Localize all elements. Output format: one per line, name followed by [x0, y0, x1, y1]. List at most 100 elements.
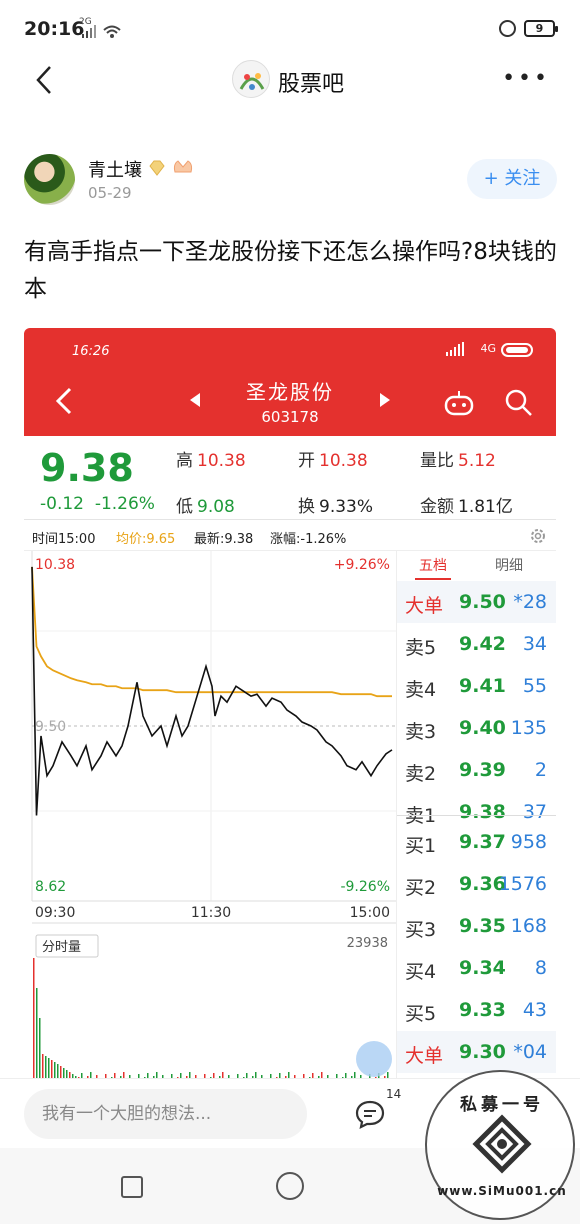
avatar[interactable] — [24, 154, 75, 205]
stock-header: 16:26 4G 圣龙股份 603178 — [24, 328, 556, 436]
back-arrow-icon[interactable] — [28, 62, 64, 98]
watermark-top-text: 私募一号 — [460, 1095, 544, 1115]
order-book-volume: *28 — [513, 591, 547, 613]
order-book-price: 9.39 — [459, 759, 506, 781]
comment-count: 14 — [386, 1087, 402, 1101]
follow-button[interactable]: + 关注 — [467, 159, 557, 199]
rotation-lock-icon — [499, 20, 516, 37]
comment-icon[interactable] — [354, 1099, 386, 1129]
order-book-label: 卖2 — [405, 763, 437, 785]
watermark-logo-icon — [472, 1114, 532, 1174]
comment-input[interactable]: 我有一个大胆的想法... — [24, 1089, 307, 1139]
x-tick-close: 15:00 — [350, 905, 390, 921]
price-line — [31, 566, 393, 816]
order-book-label: 卖5 — [405, 637, 437, 659]
robot-icon — [444, 391, 474, 416]
order-book-tabs: 五档 明细 — [397, 551, 556, 580]
order-book-price: 9.30 — [459, 1041, 506, 1063]
order-book-price: 9.37 — [459, 831, 506, 853]
volume-bar — [36, 988, 38, 1088]
price-change: -0.12 -1.26% — [40, 494, 155, 514]
recent-apps-button[interactable] — [121, 1176, 143, 1198]
post-image[interactable]: 16:26 4G 圣龙股份 603178 9.38 -0.12 -1.26% 高… — [24, 328, 556, 1088]
status-time: 20:16 — [24, 18, 85, 40]
quote-stat-label: 开 — [298, 451, 315, 471]
expand-icon — [356, 1041, 392, 1077]
quote-stat: 开 10.38 — [298, 446, 368, 471]
chart-avg: 均价:9.65 — [116, 532, 176, 547]
order-book-label: 大单 — [405, 1045, 444, 1067]
order-book-row: 卖3 9.40 135 — [397, 707, 556, 749]
image-search-icon — [505, 389, 532, 416]
watermark-seal: 私募一号 www.SiMu001.cn — [425, 1070, 575, 1220]
order-book: 五档 明细 大单 9.50 *28 卖5 9.42 34 卖4 9.41 55 卖3 9.40 135… — [396, 551, 556, 1088]
y-tick-mid: 9.50 — [35, 719, 66, 735]
post-title: 有高手指点一下圣龙股份接下还怎么操作吗?8块钱的本 — [24, 239, 557, 302]
quote-stat-value: 10.38 — [319, 451, 368, 471]
hands-badge-icon — [173, 160, 193, 173]
chart-info-bar: 时间15:00 均价:9.65 最新:9.38 涨幅:-1.26% — [24, 521, 556, 551]
quote-stat: 高 10.38 — [176, 446, 246, 471]
quote-stat: 低 9.08 — [176, 492, 235, 517]
more-options-icon[interactable]: ••• — [502, 66, 550, 91]
order-book-volume: 55 — [522, 675, 547, 697]
order-book-row: 买2 9.36 1576 — [397, 863, 556, 905]
order-book-label: 买5 — [405, 1003, 437, 1025]
quote-stat-label: 低 — [176, 497, 193, 517]
top-navbar: 股票吧 ••• — [0, 58, 580, 102]
order-book-volume: 43 — [522, 999, 547, 1021]
quote-stat-value: 10.38 — [197, 451, 246, 471]
settings-gear-icon — [531, 529, 545, 543]
order-book-label: 买2 — [405, 877, 437, 899]
quote-stat: 金额 1.81亿 — [420, 492, 513, 517]
x-tick-midday: 11:30 — [191, 905, 231, 921]
order-book-price: 9.40 — [459, 717, 506, 739]
intraday-chart: 10.38 9.50 8.62 +9.26% -9.26% 09:30 11:30 15:00… — [31, 551, 396, 1088]
order-book-label: 卖4 — [405, 679, 437, 701]
order-book-price: 9.38 — [459, 801, 506, 823]
author-name[interactable]: 青土壤 — [88, 156, 142, 182]
order-book-volume: 958 — [510, 831, 547, 853]
y-tick-high: 10.38 — [35, 557, 75, 573]
order-book-volume: 37 — [522, 801, 547, 823]
battery-icon: 9 — [524, 20, 558, 37]
order-book-volume: 135 — [510, 717, 547, 739]
forum-title[interactable]: 股票吧 — [278, 66, 344, 98]
order-book-price: 9.50 — [459, 591, 506, 613]
forum-logo[interactable] — [232, 60, 270, 98]
quote-stat-label: 高 — [176, 451, 193, 471]
chart-change: 涨幅:-1.26% — [270, 532, 347, 547]
order-book-price: 9.34 — [459, 957, 506, 979]
tab-five-levels: 五档 — [415, 555, 451, 580]
post-page: 20:16 2G 9 股票吧 ••• 青土壤 05-29 + 关注 有高手指点一… — [0, 0, 580, 1224]
order-book-volume: 34 — [522, 633, 547, 655]
home-button[interactable] — [276, 1172, 304, 1200]
next-stock-icon — [380, 393, 390, 407]
order-book-label: 大单 — [405, 595, 444, 617]
order-book-volume: 2 — [534, 759, 547, 781]
order-book-row: 买1 9.37 958 — [397, 821, 556, 863]
quote-stat-value: 9.08 — [197, 497, 235, 517]
order-book-row: 卖5 9.42 34 — [397, 623, 556, 665]
volume-bars — [33, 958, 392, 1088]
volume-bar — [33, 958, 35, 1088]
pct-tick-low: -9.26% — [340, 879, 390, 895]
pct-tick-high: +9.26% — [334, 557, 390, 573]
order-book-price: 9.33 — [459, 999, 506, 1021]
post-date: 05-29 — [88, 184, 132, 202]
volume-label: 分时量 — [42, 940, 81, 955]
x-tick-open: 09:30 — [35, 905, 75, 921]
order-book-row: 卖2 9.39 2 — [397, 749, 556, 791]
status-bar: 20:16 2G 9 — [0, 0, 580, 58]
order-book-row: 大单 9.50 *28 — [397, 581, 556, 623]
order-book-volume: 1576 — [498, 873, 547, 895]
order-book-price: 9.35 — [459, 915, 506, 937]
quote-stat-value: 9.33% — [319, 497, 374, 517]
quote-stat-label: 量比 — [420, 451, 454, 471]
image-status-time: 16:26 — [72, 344, 110, 359]
order-book-volume: *04 — [513, 1041, 547, 1063]
quote-stat-label: 金额 — [420, 497, 454, 517]
current-price: 9.38 — [40, 446, 134, 490]
avg-price-line — [31, 566, 392, 698]
stock-code: 603178 — [261, 408, 319, 426]
